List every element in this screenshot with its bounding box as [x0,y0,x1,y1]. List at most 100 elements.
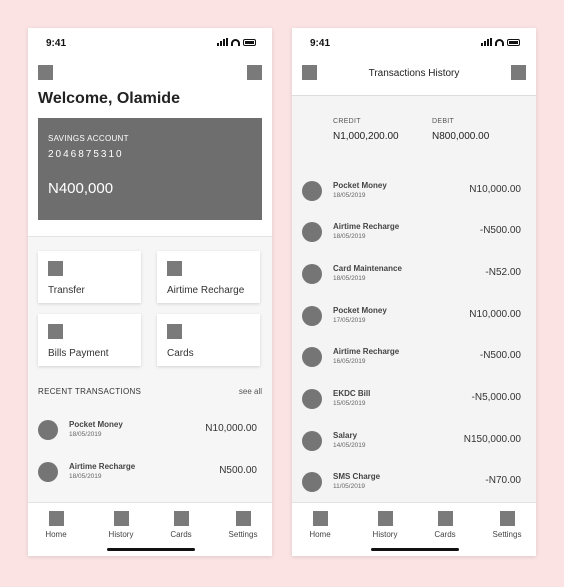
bills-icon [48,324,63,339]
nav-home-label: Home [45,530,67,539]
nav-history-label: History [108,530,134,539]
debit-value: N800,000.00 [432,131,490,142]
welcome-title: Welcome, Olamide [38,90,180,107]
nav-cards-label: Cards [434,530,456,539]
debit-summary: DEBIT N800,000.00 [432,118,489,142]
transaction-item[interactable]: Salary 14/05/2019 N150,000.00 [292,428,536,458]
transaction-name: Airtime Recharge [333,347,400,356]
battery-icon [507,38,520,46]
transaction-name: Pocket Money [69,420,123,429]
history-screen: 9:41 Transactions History CREDIT N1,000,… [292,28,536,556]
account-card[interactable]: SAVINGS ACCOUNT 2046875310 N400,000 [38,118,262,220]
nav-settings-label: Settings [228,530,258,539]
history-icon [113,511,129,526]
transaction-avatar [302,306,322,326]
transaction-date: 16/05/2019 [333,358,366,365]
bills-payment-button[interactable]: Bills Payment [38,314,141,366]
nav-home[interactable]: Home [31,511,81,539]
transaction-item[interactable]: Pocket Money 18/05/2019 N10,000.00 [28,417,272,447]
battery-icon [243,38,256,46]
transaction-date: 18/05/2019 [333,233,366,240]
transaction-amount: -N5,000.00 [471,392,521,403]
bottom-nav: Home History Cards Settings [28,502,272,556]
page-title: Transactions History [368,68,460,79]
signal-icon [217,38,228,46]
transaction-name: Pocket Money [333,181,387,190]
transaction-name: Salary [333,431,358,440]
home-indicator [107,548,195,551]
transaction-amount: -N500.00 [479,225,521,236]
home-icon [312,511,328,526]
transaction-amount: N150,000.00 [463,434,521,445]
airtime-icon [167,261,182,276]
transaction-avatar [302,347,322,367]
card-icon [437,511,453,526]
nav-cards[interactable]: Cards [156,511,206,539]
transaction-item[interactable]: EKDC Bill 15/05/2019 -N5,000.00 [292,386,536,416]
transaction-date: 18/05/2019 [69,431,102,438]
transaction-avatar [38,420,58,440]
transaction-item[interactable]: SMS Charge 11/05/2019 -N70.00 [292,469,536,499]
transaction-name: SMS Charge [333,472,381,481]
transaction-amount: N10,000.00 [469,184,521,195]
profile-icon[interactable] [247,65,262,80]
nav-history[interactable]: History [360,511,410,539]
transfer-label: Transfer [48,285,85,296]
filter-icon[interactable] [511,65,526,80]
nav-home[interactable]: Home [295,511,345,539]
home-indicator [371,548,459,551]
status-time: 9:41 [46,38,67,49]
transaction-avatar [302,264,322,284]
transfer-button[interactable]: Transfer [38,251,141,303]
nav-settings[interactable]: Settings [218,511,268,539]
credit-label: CREDIT [333,118,361,125]
cards-label: Cards [167,348,194,359]
transaction-avatar [302,431,322,451]
cards-button[interactable]: Cards [157,314,260,366]
wifi-icon [495,38,504,46]
card-icon [173,511,189,526]
transaction-name: Airtime Recharge [333,222,400,231]
nav-history[interactable]: History [96,511,146,539]
transaction-amount: N10,000.00 [469,309,521,320]
bottom-nav: Home History Cards Settings [292,502,536,556]
transfer-icon [48,261,63,276]
airtime-recharge-button[interactable]: Airtime Recharge [157,251,260,303]
see-all-link[interactable]: see all [239,387,262,396]
recent-transactions-heading: RECENT TRANSACTIONS [38,387,142,396]
transaction-name: Pocket Money [333,306,387,315]
account-balance: N400,000 [48,180,114,197]
transaction-amount: -N500.00 [479,350,521,361]
transaction-avatar [38,462,58,482]
transaction-item[interactable]: Pocket Money 18/05/2019 N10,000.00 [292,178,536,208]
transaction-date: 18/05/2019 [333,275,366,282]
wifi-icon [231,38,240,46]
account-type: SAVINGS ACCOUNT [48,134,129,143]
cards-icon [167,324,182,339]
dashboard-screen: 9:41 Welcome, Olamide SAVINGS ACCOUNT 20… [28,28,272,556]
airtime-label: Airtime Recharge [167,285,245,296]
signal-icon [481,38,492,46]
nav-settings[interactable]: Settings [482,511,532,539]
credit-summary: CREDIT N1,000,200.00 [333,118,399,142]
nav-history-label: History [372,530,398,539]
transaction-avatar [302,472,322,492]
nav-cards[interactable]: Cards [420,511,470,539]
transaction-avatar [302,181,322,201]
menu-icon[interactable] [38,65,53,80]
transaction-item[interactable]: Pocket Money 17/05/2019 N10,000.00 [292,303,536,333]
transaction-amount: -N52.00 [485,267,521,278]
transaction-item[interactable]: Airtime Recharge 18/05/2019 -N500.00 [292,219,536,249]
bills-label: Bills Payment [48,348,109,359]
transaction-amount: N10,000.00 [205,423,257,434]
transaction-date: 14/05/2019 [333,442,366,449]
debit-label: DEBIT [432,118,455,125]
transaction-date: 18/05/2019 [333,192,366,199]
transaction-item[interactable]: Airtime Recharge 16/05/2019 -N500.00 [292,344,536,374]
status-icons [217,38,256,46]
transaction-date: 15/05/2019 [333,400,366,407]
transaction-date: 11/05/2019 [333,483,366,490]
transaction-item[interactable]: Card Maintenance 18/05/2019 -N52.00 [292,261,536,291]
transaction-date: 18/05/2019 [69,473,102,480]
transaction-item[interactable]: Airtime Recharge 18/05/2019 N500.00 [28,459,272,489]
